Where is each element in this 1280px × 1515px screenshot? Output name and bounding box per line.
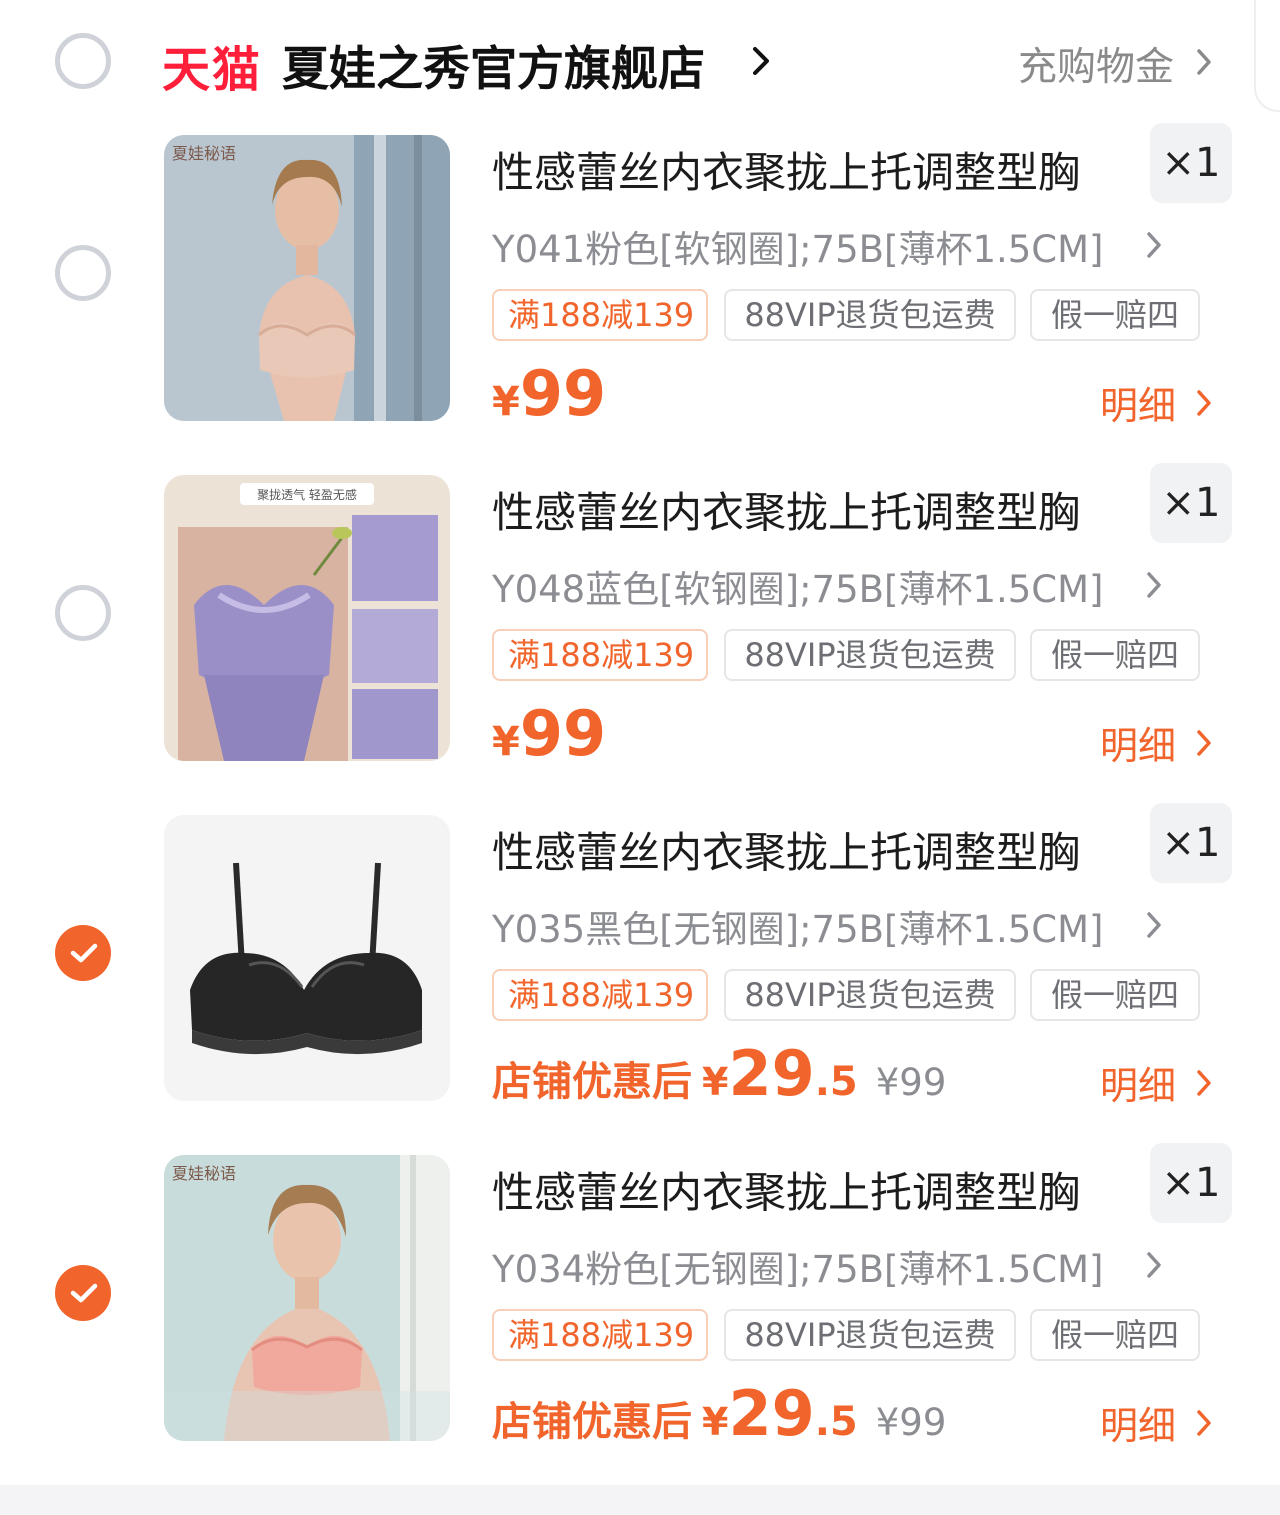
item-select-radio[interactable] bbox=[55, 925, 111, 981]
image-caption: 聚拢透气 轻盈无感 bbox=[257, 487, 357, 502]
checkmark-icon bbox=[70, 1283, 98, 1303]
store-header: 天猫 夏娃之秀官方旗舰店 充购物金 bbox=[0, 0, 1280, 120]
chevron-right-icon bbox=[1147, 232, 1161, 258]
after-discount-label: 店铺优惠后 bbox=[492, 1059, 692, 1105]
guarantee-tag: 假一赔四 bbox=[1030, 1309, 1200, 1361]
price: ¥99 bbox=[492, 357, 607, 430]
product-title[interactable]: 性感蕾丝内衣聚拢上托调整型胸 bbox=[492, 479, 1080, 540]
guarantee-tag: 假一赔四 bbox=[1030, 969, 1200, 1021]
vip-return-tag: 88VIP退货包运费 bbox=[724, 629, 1016, 681]
vip-return-tag: 88VIP退货包运费 bbox=[724, 969, 1016, 1021]
product-title[interactable]: 性感蕾丝内衣聚拢上托调整型胸 bbox=[492, 1159, 1080, 1220]
watermark-text: 夏娃秘语 bbox=[172, 1165, 236, 1183]
vip-return-tag: 88VIP退货包运费 bbox=[724, 289, 1016, 341]
product-title[interactable]: 性感蕾丝内衣聚拢上托调整型胸 bbox=[492, 139, 1080, 200]
original-price: ¥99 bbox=[875, 1061, 947, 1104]
chevron-right-icon bbox=[1147, 1252, 1161, 1278]
tmall-logo: 天猫 bbox=[162, 42, 263, 98]
promo-tag: 满188减139 bbox=[492, 289, 708, 341]
store-select-radio[interactable] bbox=[55, 33, 111, 89]
price-row: ¥99 bbox=[492, 357, 607, 430]
cart-item: 夏娃秘语 性感蕾丝内衣聚拢上托调整型胸 ×1 Y041粉色[软钢圈];75B[薄… bbox=[0, 123, 1280, 435]
price-row: 店铺优惠后 ¥29.5 ¥99 bbox=[492, 1377, 947, 1450]
quantity-button[interactable]: ×1 bbox=[1150, 1143, 1232, 1223]
chevron-right-icon bbox=[1197, 1070, 1211, 1096]
price: ¥99 bbox=[492, 697, 607, 770]
vip-return-tag: 88VIP退货包运费 bbox=[724, 1309, 1016, 1361]
detail-link[interactable]: 明细 bbox=[1100, 715, 1176, 770]
original-price: ¥99 bbox=[875, 1401, 947, 1444]
chevron-right-icon bbox=[1197, 1410, 1211, 1436]
cart-item: 聚拢透气 轻盈无感 性感蕾丝内衣聚拢上托调整型胸 ×1 Y048蓝色[软钢圈];… bbox=[0, 463, 1280, 775]
sku-selector[interactable]: Y035黑色[无钢圈];75B[薄杯1.5CM] bbox=[492, 899, 1104, 953]
promo-tag: 满188减139 bbox=[492, 629, 708, 681]
detail-link[interactable]: 明细 bbox=[1100, 1395, 1176, 1450]
price-row: ¥99 bbox=[492, 697, 607, 770]
guarantee-tag: 假一赔四 bbox=[1030, 289, 1200, 341]
quantity-button[interactable]: ×1 bbox=[1150, 803, 1232, 883]
store-name-link[interactable]: 夏娃之秀官方旗舰店 bbox=[282, 30, 705, 99]
chevron-right-icon bbox=[1197, 730, 1211, 756]
discounted-price: ¥29.5 bbox=[702, 1377, 858, 1450]
product-image[interactable]: 夏娃秘语 bbox=[164, 135, 450, 421]
chevron-right-icon bbox=[1147, 912, 1161, 938]
price-row: 店铺优惠后 ¥29.5 ¥99 bbox=[492, 1037, 947, 1110]
item-select-radio[interactable] bbox=[55, 245, 111, 301]
footer-strip bbox=[0, 1485, 1280, 1515]
detail-link[interactable]: 明细 bbox=[1100, 375, 1176, 430]
cart-item: 夏娃秘语 性感蕾丝内衣聚拢上托调整型胸 ×1 Y034粉色[无钢圈];75B[薄… bbox=[0, 1143, 1280, 1455]
checkmark-icon bbox=[70, 943, 98, 963]
quantity-button[interactable]: ×1 bbox=[1150, 123, 1232, 203]
promo-tag: 满188减139 bbox=[492, 969, 708, 1021]
watermark-text: 夏娃秘语 bbox=[172, 145, 236, 163]
guarantee-tag: 假一赔四 bbox=[1030, 629, 1200, 681]
promo-tag: 满188减139 bbox=[492, 1309, 708, 1361]
item-select-radio[interactable] bbox=[55, 1265, 111, 1321]
quantity-button[interactable]: ×1 bbox=[1150, 463, 1232, 543]
item-select-radio[interactable] bbox=[55, 585, 111, 641]
product-image[interactable]: 聚拢透气 轻盈无感 bbox=[164, 475, 450, 761]
after-discount-label: 店铺优惠后 bbox=[492, 1399, 692, 1445]
chevron-right-icon bbox=[1197, 49, 1211, 75]
sku-selector[interactable]: Y048蓝色[软钢圈];75B[薄杯1.5CM] bbox=[492, 559, 1104, 613]
chevron-right-icon bbox=[1147, 572, 1161, 598]
chevron-right-icon bbox=[1197, 390, 1211, 416]
product-image[interactable] bbox=[164, 815, 450, 1101]
cart-item: 性感蕾丝内衣聚拢上托调整型胸 ×1 Y035黑色[无钢圈];75B[薄杯1.5C… bbox=[0, 803, 1280, 1115]
discounted-price: ¥29.5 bbox=[702, 1037, 858, 1110]
chevron-right-icon bbox=[753, 47, 769, 75]
product-title[interactable]: 性感蕾丝内衣聚拢上托调整型胸 bbox=[492, 819, 1080, 880]
recharge-button[interactable]: 充购物金 bbox=[1018, 36, 1174, 92]
sku-selector[interactable]: Y041粉色[软钢圈];75B[薄杯1.5CM] bbox=[492, 219, 1104, 273]
detail-link[interactable]: 明细 bbox=[1100, 1055, 1176, 1110]
product-image[interactable]: 夏娃秘语 bbox=[164, 1155, 450, 1441]
sku-selector[interactable]: Y034粉色[无钢圈];75B[薄杯1.5CM] bbox=[492, 1239, 1104, 1293]
